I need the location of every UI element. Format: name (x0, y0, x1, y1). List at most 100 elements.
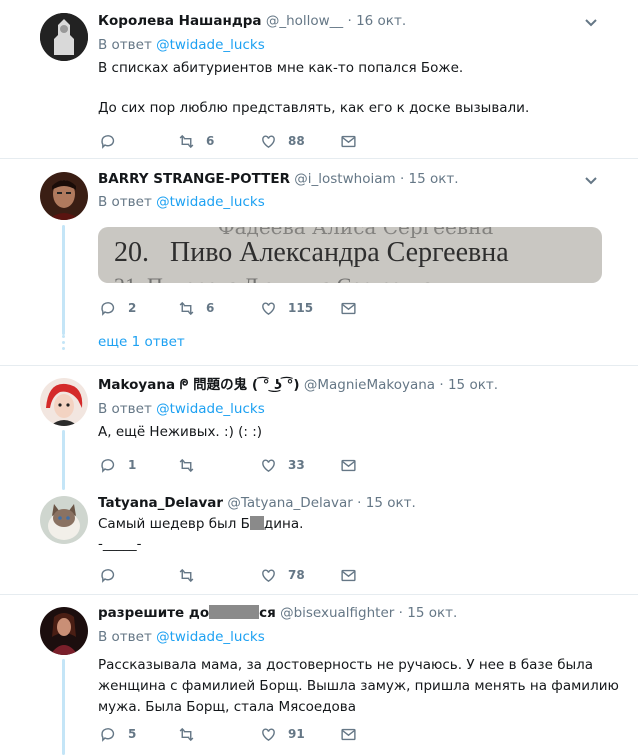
tweet-header: BARRY STRANGE-POTTER @i_lostwhoiam · 15 … (98, 170, 459, 188)
timestamp[interactable]: 15 окт. (409, 171, 459, 187)
reply-icon (101, 301, 115, 316)
tweet-header: Tatyana_Delavar @Tatyana_Delavar · 15 ок… (98, 494, 416, 512)
reply-icon (101, 134, 115, 149)
envelope-icon (341, 459, 356, 471)
reply-context: В ответ @twidade_lucks (98, 36, 265, 54)
retweet-icon (179, 727, 194, 741)
avatar[interactable] (40, 13, 88, 61)
reply-button[interactable]: 1 (100, 455, 136, 475)
thread-line (62, 430, 65, 490)
reply-button[interactable] (100, 565, 128, 585)
like-button[interactable]: 78 (260, 565, 305, 585)
timestamp[interactable]: 15 окт. (448, 377, 498, 393)
reply-prefix: В ответ (98, 194, 152, 210)
reply-button[interactable]: 2 (100, 298, 136, 318)
retweet-count: 6 (206, 301, 215, 315)
reply-context: В ответ @twidade_lucks (98, 400, 265, 418)
user-handle[interactable]: @Tatyana_Delavar (227, 495, 352, 511)
like-button[interactable]: 91 (260, 724, 305, 744)
tweet-actions: 5 91 (98, 724, 398, 744)
retweet-button[interactable]: 6 (178, 298, 214, 318)
user-handle[interactable]: @MagnieMakoyana (304, 377, 435, 393)
reply-to-link[interactable]: @twidade_lucks (156, 37, 265, 53)
user-handle[interactable]: @_hollow__ (266, 13, 343, 29)
retweet-icon (179, 458, 194, 472)
reply-to-link[interactable]: @twidade_lucks (156, 194, 265, 210)
avatar[interactable] (40, 496, 88, 544)
reply-icon (101, 727, 115, 742)
reply-button[interactable] (100, 131, 128, 151)
photo-text: 20. Пиво Александра Сергеевна (114, 237, 509, 268)
retweet-button[interactable] (178, 724, 206, 744)
like-count: 88 (288, 134, 305, 148)
display-name[interactable]: разрешите до ся (98, 605, 276, 621)
reply-context: В ответ @twidade_lucks (98, 628, 265, 646)
reply-to-link[interactable]: @twidade_lucks (156, 629, 265, 645)
tweet[interactable]: BARRY STRANGE-POTTER @i_lostwhoiam · 15 … (0, 159, 638, 365)
retweet-icon (179, 134, 194, 148)
user-handle[interactable]: @bisexualfighter (280, 605, 394, 621)
envelope-icon (341, 135, 356, 147)
chevron-down-icon[interactable] (582, 13, 600, 31)
like-button[interactable]: 115 (260, 298, 313, 318)
retweet-button[interactable] (178, 565, 206, 585)
tweet-text-line: женщина с фамилией Борщ. Вышла замуж, пр… (98, 678, 619, 694)
heart-icon (262, 727, 275, 741)
reply-count: 1 (128, 458, 137, 472)
like-count: 91 (288, 727, 305, 741)
envelope-icon (341, 569, 356, 581)
separator-dot: · (347, 13, 352, 29)
direct-message-button[interactable] (340, 565, 368, 585)
user-handle[interactable]: @i_lostwhoiam (294, 171, 395, 187)
avatar[interactable] (40, 172, 88, 220)
timestamp[interactable]: 15 окт. (366, 495, 416, 511)
tweet-actions: 2 6 115 (98, 298, 398, 318)
direct-message-button[interactable] (340, 298, 368, 318)
tweet[interactable]: разрешите до ся @bisexualfighter · 15 окт… (0, 595, 638, 755)
like-button[interactable]: 33 (260, 455, 305, 475)
display-name-part: разрешите до (98, 605, 210, 621)
avatar[interactable] (40, 378, 88, 426)
heart-icon (262, 458, 275, 472)
reply-count: 2 (128, 301, 137, 315)
reply-to-link[interactable]: @twidade_lucks (156, 401, 265, 417)
display-name[interactable]: Tatyana_Delavar (98, 495, 223, 511)
show-more-replies-link[interactable]: еще 1 ответ (98, 334, 185, 350)
direct-message-button[interactable] (340, 455, 368, 475)
tweet-text-line: А, ещё Неживых. :) (: :) (98, 424, 263, 440)
separator-dot: · (357, 495, 362, 511)
retweet-button[interactable]: 6 (178, 131, 214, 151)
tweet-actions: 1 33 (98, 455, 398, 475)
display-name[interactable]: Королева Нашандра (98, 13, 262, 29)
reply-icon (101, 568, 115, 583)
tweet-text-line: До сих пор люблю представлять, как его к… (98, 100, 530, 116)
tweet[interactable]: Королева Нашандра @_hollow__ · 16 окт. В… (0, 0, 638, 158)
tweet-text-line: В списках абитуриентов мне как-то попалс… (98, 60, 464, 76)
tweet-text-line: мужа. Была Борщ, стала Мясоедова (98, 699, 357, 715)
retweet-button[interactable] (178, 455, 206, 475)
tweet-actions: 6 88 (98, 131, 398, 151)
tweet[interactable]: Makoyana ᖘ 問題の鬼 ( ͡° ͜ʖ ͡°) @MagnieMakoy… (0, 366, 638, 490)
chevron-down-icon[interactable] (582, 171, 600, 189)
display-name-part: ся (259, 605, 276, 621)
thread-line (62, 225, 65, 335)
attached-photo[interactable]: Фадеева Алиса Сергеевна 20. Пиво Алексан… (98, 227, 602, 283)
avatar[interactable] (40, 607, 88, 655)
direct-message-button[interactable] (340, 724, 368, 744)
reply-button[interactable]: 5 (100, 724, 136, 744)
reply-icon (101, 458, 115, 473)
direct-message-button[interactable] (340, 131, 368, 151)
like-count: 115 (288, 301, 314, 315)
like-button[interactable]: 88 (260, 131, 305, 151)
like-count: 33 (288, 458, 305, 472)
tweet-header: разрешите до ся @bisexualfighter · 15 окт… (98, 604, 457, 622)
timestamp[interactable]: 16 окт. (356, 13, 406, 29)
display-name[interactable]: BARRY STRANGE-POTTER (98, 171, 290, 187)
tweet[interactable]: Tatyana_Delavar @Tatyana_Delavar · 15 ок… (0, 484, 638, 594)
timestamp[interactable]: 15 окт. (407, 605, 457, 621)
heart-icon (262, 301, 275, 315)
reply-count: 5 (128, 727, 137, 741)
redaction-box (249, 516, 264, 530)
tweet-actions: 78 (98, 565, 398, 585)
display-name[interactable]: Makoyana ᖘ 問題の鬼 ( ͡° ͜ʖ ͡°) (98, 377, 300, 393)
